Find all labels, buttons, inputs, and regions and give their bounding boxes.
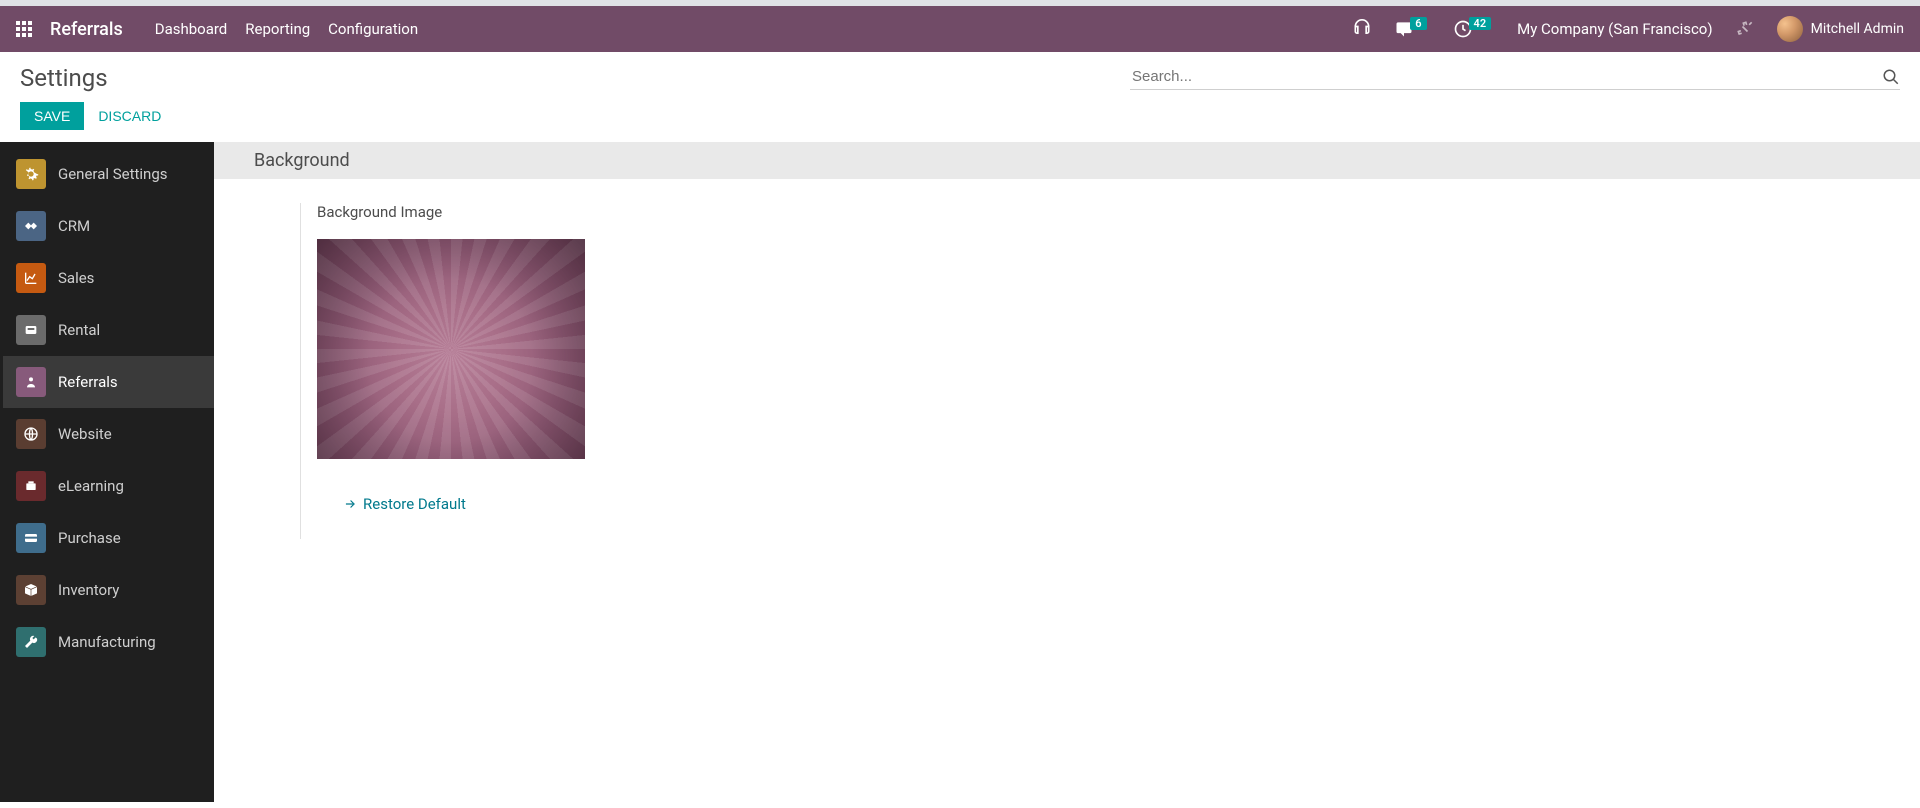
debug-icon[interactable] bbox=[1735, 19, 1755, 39]
arrow-right-icon bbox=[343, 497, 357, 511]
main-navbar: Referrals Dashboard Reporting Configurat… bbox=[0, 6, 1920, 52]
chart-icon bbox=[16, 263, 46, 293]
activities-badge: 42 bbox=[1469, 17, 1492, 30]
sidebar-item-elearning[interactable]: eLearning bbox=[0, 460, 214, 512]
nav-link-configuration[interactable]: Configuration bbox=[328, 20, 418, 38]
sidebar-item-label: Referrals bbox=[58, 373, 118, 391]
sidebar-item-label: CRM bbox=[58, 217, 90, 235]
sidebar-item-label: Sales bbox=[58, 269, 94, 287]
sidebar-item-referrals[interactable]: Referrals bbox=[0, 356, 214, 408]
nav-link-reporting[interactable]: Reporting bbox=[245, 20, 310, 38]
people-icon bbox=[16, 367, 46, 397]
nav-link-dashboard[interactable]: Dashboard bbox=[155, 20, 228, 38]
sidebar-item-label: General Settings bbox=[58, 165, 168, 183]
sidebar-item-general-settings[interactable]: General Settings bbox=[0, 148, 214, 200]
settings-body: Background Image Restore Default bbox=[214, 179, 1920, 539]
navbar-right: 6 42 My Company (San Francisco) Mitchell… bbox=[1352, 16, 1904, 42]
wrench-icon bbox=[16, 627, 46, 657]
sidebar-item-manufacturing[interactable]: Manufacturing bbox=[0, 616, 214, 668]
globe-icon bbox=[16, 419, 46, 449]
page-title: Settings bbox=[20, 64, 108, 92]
key-icon bbox=[16, 315, 46, 345]
activities-icon[interactable]: 42 bbox=[1453, 19, 1496, 39]
field-label-background-image: Background Image bbox=[317, 203, 585, 221]
messages-icon[interactable]: 6 bbox=[1394, 19, 1430, 39]
main-area: General Settings CRM Sales Rental Referr… bbox=[0, 142, 1920, 802]
discard-button[interactable]: DISCARD bbox=[98, 108, 161, 124]
card-icon bbox=[16, 523, 46, 553]
messages-badge: 6 bbox=[1410, 17, 1426, 30]
background-image-preview[interactable] bbox=[317, 239, 585, 459]
sidebar-item-rental[interactable]: Rental bbox=[0, 304, 214, 356]
restore-default-label: Restore Default bbox=[363, 495, 466, 513]
box-icon bbox=[16, 575, 46, 605]
sidebar-item-purchase[interactable]: Purchase bbox=[0, 512, 214, 564]
sidebar-item-sales[interactable]: Sales bbox=[0, 252, 214, 304]
sidebar-item-inventory[interactable]: Inventory bbox=[0, 564, 214, 616]
navbar-left: Referrals Dashboard Reporting Configurat… bbox=[16, 19, 418, 40]
sidebar-item-label: Website bbox=[58, 425, 112, 443]
search-icon[interactable] bbox=[1882, 68, 1900, 86]
section-header-background: Background bbox=[214, 142, 1920, 179]
form-column: Background Image Restore Default bbox=[300, 203, 585, 539]
avatar bbox=[1777, 16, 1803, 42]
user-menu[interactable]: Mitchell Admin bbox=[1777, 16, 1904, 42]
sidebar-item-label: Purchase bbox=[58, 529, 121, 547]
restore-default-link[interactable]: Restore Default bbox=[343, 495, 466, 513]
support-icon[interactable] bbox=[1352, 19, 1372, 39]
save-button[interactable]: SAVE bbox=[20, 102, 84, 130]
settings-sidebar: General Settings CRM Sales Rental Referr… bbox=[0, 142, 214, 802]
search-container bbox=[1130, 64, 1900, 90]
vignette-decor bbox=[317, 239, 585, 459]
sidebar-item-label: eLearning bbox=[58, 477, 124, 495]
action-row: SAVE DISCARD bbox=[0, 92, 1920, 142]
sidebar-item-crm[interactable]: CRM bbox=[0, 200, 214, 252]
content-area: Background Background Image Restore Defa… bbox=[214, 142, 1920, 802]
sidebar-item-label: Manufacturing bbox=[58, 633, 156, 651]
sidebar-item-website[interactable]: Website bbox=[0, 408, 214, 460]
gear-icon bbox=[16, 159, 46, 189]
company-selector[interactable]: My Company (San Francisco) bbox=[1517, 20, 1712, 38]
apps-grid-icon[interactable] bbox=[16, 21, 32, 37]
sidebar-item-label: Inventory bbox=[58, 581, 119, 599]
graduation-icon bbox=[16, 471, 46, 501]
handshake-icon bbox=[16, 211, 46, 241]
breadcrumb-bar: Settings bbox=[0, 52, 1920, 92]
app-brand[interactable]: Referrals bbox=[50, 19, 123, 40]
sidebar-item-label: Rental bbox=[58, 321, 100, 339]
user-name: Mitchell Admin bbox=[1811, 21, 1904, 37]
search-input[interactable] bbox=[1130, 64, 1882, 89]
